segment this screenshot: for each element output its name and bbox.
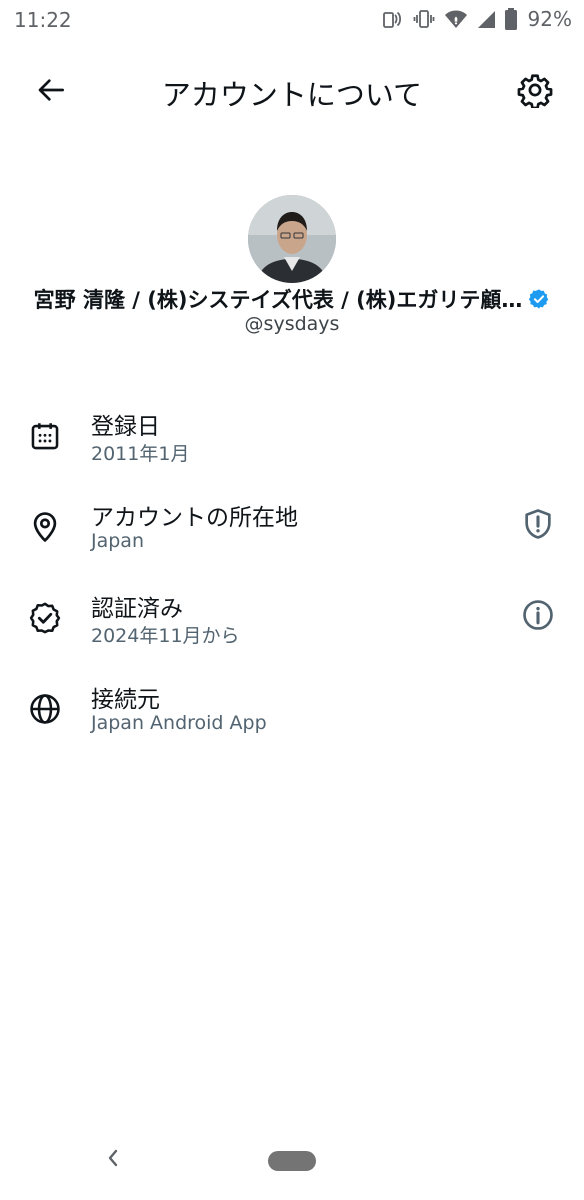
status-bar: 11:22 92%: [0, 0, 584, 40]
info-row-verified: 認証済み 2024年11月から: [0, 585, 584, 667]
avatar[interactable]: [248, 195, 336, 283]
page-title: アカウントについて: [161, 78, 423, 112]
home-pill-icon[interactable]: [268, 1151, 316, 1171]
location-pin-icon: [26, 508, 64, 546]
display-name-row: 宮野 清隆 / (株)システイズ代表 / (株)エガリテ顧…: [0, 284, 584, 314]
battery-icon: [504, 8, 518, 30]
system-back-button[interactable]: [100, 1147, 126, 1173]
row-subtitle: Japan: [91, 530, 144, 552]
chevron-left-icon: [103, 1146, 123, 1174]
display-name: 宮野 清隆 / (株)システイズ代表 / (株)エガリテ顧…: [33, 288, 523, 312]
shield-alert-icon[interactable]: [518, 504, 558, 544]
calendar-icon: [26, 417, 64, 455]
battery-percent: 92%: [527, 7, 572, 31]
row-title: 登録日: [91, 414, 160, 440]
app-header: アカウントについて: [0, 56, 584, 126]
vibrate-icon: [412, 7, 436, 31]
user-handle: @sysdays: [244, 313, 340, 335]
settings-button[interactable]: [512, 69, 558, 115]
row-title: 認証済み: [91, 596, 183, 622]
row-subtitle: Japan Android App: [91, 712, 267, 734]
status-icons: 92%: [380, 7, 572, 31]
info-icon[interactable]: [518, 595, 558, 635]
nfc-icon: [380, 7, 404, 31]
avatar-photo: [248, 195, 336, 283]
verified-check-icon: [26, 599, 64, 637]
wifi-icon: [444, 8, 468, 30]
row-subtitle: 2024年11月から: [91, 625, 240, 647]
row-title: 接続元: [91, 687, 160, 713]
cell-signal-icon: [476, 9, 496, 29]
row-title: アカウントの所在地: [91, 505, 298, 531]
info-row-connected-via: 接続元 Japan Android App: [0, 676, 584, 758]
verified-badge-icon[interactable]: [528, 288, 550, 310]
row-subtitle: 2011年1月: [91, 443, 190, 465]
gear-icon: [517, 72, 553, 112]
globe-icon: [26, 690, 64, 728]
info-row-joined: 登録日 2011年1月: [0, 403, 584, 485]
info-row-location: アカウントの所在地 Japan: [0, 494, 584, 576]
status-time: 11:22: [14, 8, 72, 32]
